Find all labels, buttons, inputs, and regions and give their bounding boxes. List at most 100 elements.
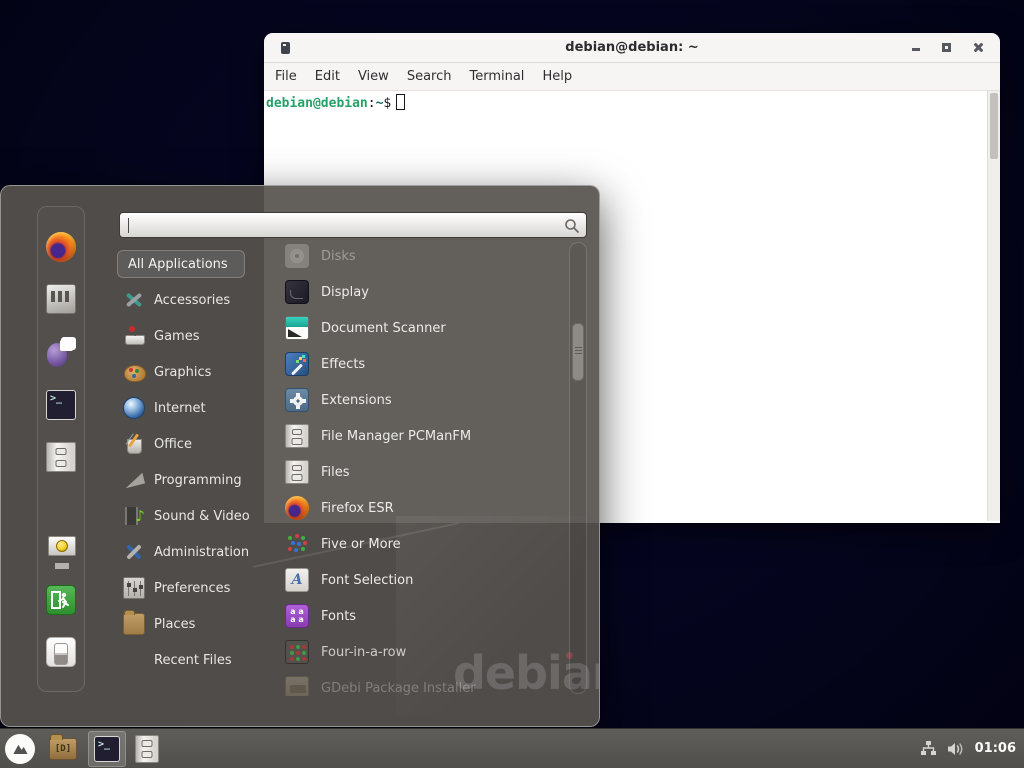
menu-scrollbar[interactable]	[569, 242, 587, 694]
menu-launcher-button[interactable]	[0, 729, 40, 768]
app-label: GDebi Package Installer	[321, 681, 476, 696]
category-label: All Applications	[128, 257, 228, 272]
app-effects[interactable]: Effects	[285, 346, 567, 382]
search-icon	[564, 218, 580, 234]
administration-tools-icon	[123, 541, 145, 563]
disks-icon	[285, 244, 309, 268]
file-cabinet-icon	[285, 424, 309, 448]
application-menu: debian	[0, 185, 600, 727]
firefox-icon	[285, 496, 309, 520]
sound-video-icon	[123, 505, 145, 527]
internet-globe-icon	[123, 397, 145, 419]
app-disks[interactable]: Disks	[285, 238, 567, 274]
app-five-or-more[interactable]: Five or More	[285, 526, 567, 562]
app-display[interactable]: Display	[285, 274, 567, 310]
logout-icon[interactable]	[46, 585, 76, 615]
application-list: Disks Display Document Scanner Effects E…	[285, 238, 567, 696]
document-scanner-icon	[285, 316, 309, 340]
terminal-icon	[94, 736, 120, 762]
category-accessories[interactable]: Accessories	[117, 282, 277, 318]
maximize-button[interactable]	[942, 43, 951, 52]
terminal-titlebar[interactable]: debian@debian: ~	[264, 33, 1000, 63]
category-label: Places	[154, 617, 195, 632]
screensaver-lock-icon[interactable]	[46, 534, 76, 564]
terminal-icon[interactable]	[46, 390, 76, 420]
app-four-in-a-row[interactable]: Four-in-a-row	[285, 634, 567, 670]
category-label: Programming	[154, 473, 242, 488]
window-menu-icon[interactable]	[281, 42, 290, 54]
accessories-icon	[123, 289, 145, 311]
menu-help[interactable]: Help	[533, 65, 581, 88]
menu-search[interactable]: Search	[398, 65, 461, 88]
minimize-button[interactable]	[912, 48, 920, 51]
category-preferences[interactable]: Preferences	[117, 570, 277, 606]
taskbar-terminal-window-button[interactable]	[88, 731, 126, 767]
category-label: Games	[154, 329, 199, 344]
category-internet[interactable]: Internet	[117, 390, 277, 426]
category-sound-video[interactable]: Sound & Video	[117, 498, 277, 534]
logout-person-glyph	[50, 589, 72, 611]
file-manager-button[interactable]	[135, 735, 159, 763]
terminal-scrollbar-thumb[interactable]	[990, 93, 998, 159]
pidgin-icon[interactable]	[46, 337, 76, 367]
window-title: debian@debian: ~	[264, 40, 1000, 55]
clock[interactable]: 01:06	[975, 741, 1016, 756]
prompt-user-host: debian@debian	[266, 96, 368, 111]
app-files[interactable]: Files	[285, 454, 567, 490]
app-gdebi-package-installer[interactable]: GDebi Package Installer	[285, 670, 567, 696]
desktop-folder-button[interactable]	[49, 738, 77, 760]
category-places[interactable]: Places	[117, 606, 277, 642]
category-label: Graphics	[154, 365, 211, 380]
desktop-folder-icon	[49, 738, 77, 760]
prompt-dollar: $	[383, 96, 391, 111]
category-graphics[interactable]: Graphics	[117, 354, 277, 390]
menu-edit[interactable]: Edit	[306, 65, 349, 88]
category-label: Recent Files	[154, 653, 232, 668]
category-recent-files[interactable]: Recent Files	[117, 642, 277, 678]
category-label: Office	[154, 437, 192, 452]
software-package-icon[interactable]	[46, 284, 76, 314]
app-label: File Manager PCManFM	[321, 429, 471, 444]
system-tray: 01:06	[920, 740, 1024, 757]
firefox-icon[interactable]	[46, 232, 76, 262]
category-programming[interactable]: Programming	[117, 462, 277, 498]
games-icon	[123, 325, 145, 347]
prompt-colon: :	[368, 96, 376, 111]
file-cabinet-icon[interactable]	[46, 442, 76, 472]
search-input[interactable]	[119, 212, 587, 238]
app-fonts[interactable]: Fonts	[285, 598, 567, 634]
app-file-manager-pcmanfm[interactable]: File Manager PCManFM	[285, 418, 567, 454]
category-office[interactable]: Office	[117, 426, 277, 462]
window-controls	[912, 33, 984, 62]
graphics-icon	[123, 361, 145, 383]
menu-terminal[interactable]: Terminal	[460, 65, 533, 88]
category-games[interactable]: Games	[117, 318, 277, 354]
text-caret	[128, 218, 129, 233]
menu-file[interactable]: File	[266, 65, 306, 88]
menu-scrollbar-thumb[interactable]	[572, 323, 584, 381]
taskbar: 01:06	[0, 728, 1024, 768]
category-all-applications[interactable]: All Applications	[117, 250, 245, 278]
close-button[interactable]	[973, 42, 984, 53]
app-firefox-esr[interactable]: Firefox ESR	[285, 490, 567, 526]
favorites-rail	[37, 206, 85, 692]
app-extensions[interactable]: Extensions	[285, 382, 567, 418]
category-label: Sound & Video	[154, 509, 250, 524]
menu-view[interactable]: View	[349, 65, 398, 88]
terminal-scrollbar[interactable]	[987, 91, 1000, 521]
shutdown-icon[interactable]	[46, 637, 76, 667]
file-cabinet-icon	[135, 735, 159, 763]
category-administration[interactable]: Administration	[117, 534, 277, 570]
five-or-more-icon	[285, 532, 309, 556]
fonts-icon	[285, 604, 309, 628]
volume-icon[interactable]	[947, 741, 965, 757]
effects-icon	[285, 352, 309, 376]
preferences-icon	[123, 577, 145, 599]
app-label: Four-in-a-row	[321, 645, 406, 660]
app-label: Font Selection	[321, 573, 413, 588]
network-icon[interactable]	[920, 740, 937, 757]
extensions-gear-icon	[285, 388, 309, 412]
office-icon	[123, 433, 145, 455]
app-document-scanner[interactable]: Document Scanner	[285, 310, 567, 346]
app-font-selection[interactable]: Font Selection	[285, 562, 567, 598]
